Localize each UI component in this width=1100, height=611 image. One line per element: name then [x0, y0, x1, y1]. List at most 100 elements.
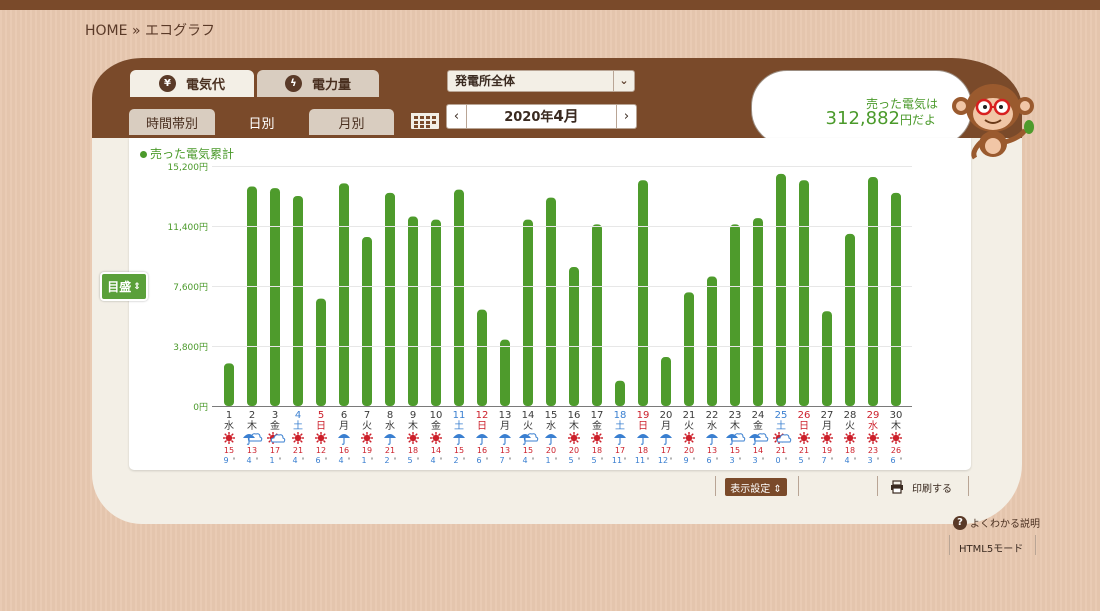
day-label: 25	[775, 410, 788, 421]
temp-high: 13	[247, 446, 257, 455]
temp-high: 15	[523, 446, 533, 455]
bar	[592, 224, 602, 406]
day-label: 1	[226, 410, 232, 421]
temp-low: 4	[844, 456, 849, 465]
umbrella-icon	[637, 434, 649, 445]
weekday-label: 月	[661, 420, 671, 432]
scale-button[interactable]: 目盛 ⇕	[100, 272, 148, 301]
day-label: 20	[660, 410, 673, 421]
footer-separator	[798, 476, 799, 496]
umbrella-icon	[384, 434, 396, 445]
footer-separator	[968, 476, 969, 496]
bar	[684, 292, 694, 406]
temp-high: 20	[684, 446, 694, 455]
degree-symbol: °	[394, 457, 397, 464]
temp-low: 4	[292, 456, 297, 465]
degree-symbol: °	[670, 457, 673, 464]
temp-low: 11	[635, 456, 645, 465]
help-link[interactable]: ? よくわかる説明	[953, 515, 1040, 530]
sun-icon	[568, 432, 580, 444]
temp-low: 1	[269, 456, 274, 465]
gridline	[212, 226, 912, 227]
day-label: 24	[752, 410, 765, 421]
temp-high: 12	[316, 446, 326, 455]
temp-low: 4	[522, 456, 527, 465]
umbrella-icon	[499, 434, 511, 445]
degree-symbol: °	[463, 457, 466, 464]
temp-high: 15	[224, 446, 234, 455]
display-settings-button[interactable]: 表示設定 ⇕	[725, 478, 787, 496]
scale-arrows-icon: ⇕	[133, 281, 141, 292]
degree-symbol: °	[808, 457, 811, 464]
weekday-label: 木	[891, 420, 901, 432]
sun-icon	[844, 432, 856, 444]
temp-low: 4	[430, 456, 435, 465]
degree-symbol: °	[877, 457, 880, 464]
day-label: 23	[729, 410, 742, 421]
temp-low: 1	[545, 456, 550, 465]
day-label: 30	[890, 410, 903, 421]
bar	[431, 219, 441, 406]
sun-icon	[430, 432, 442, 444]
weekday-label: 火	[523, 420, 533, 432]
weekday-label: 水	[385, 420, 395, 432]
temp-high: 20	[546, 446, 556, 455]
weekday-label: 日	[638, 421, 648, 432]
sun-icon	[867, 432, 879, 444]
footer-separator	[1035, 535, 1036, 555]
bar	[753, 218, 763, 406]
temp-high: 18	[592, 446, 602, 455]
degree-symbol: °	[532, 457, 535, 464]
day-label: 17	[591, 410, 604, 421]
weekday-label: 木	[408, 420, 418, 432]
bar	[293, 196, 303, 406]
day-label: 3	[272, 410, 278, 421]
temp-low: 7	[821, 456, 826, 465]
temp-high: 18	[408, 446, 418, 455]
weekday-label: 水	[546, 420, 556, 432]
footer-separator	[877, 476, 878, 496]
print-button[interactable]: 印刷する	[890, 476, 960, 498]
bar	[477, 309, 487, 406]
weekday-label: 水	[707, 420, 717, 432]
umbrella-icon	[614, 434, 626, 445]
degree-symbol: °	[716, 457, 719, 464]
weekday-label: 土	[293, 419, 303, 432]
bar-chart: 1水159 °2木134 °3金171 °4土214 °5日126 °6月164 °7火19…	[223, 173, 903, 465]
day-label: 22	[706, 410, 719, 421]
day-label: 9	[410, 410, 416, 421]
bar	[339, 183, 349, 406]
temp-high: 17	[615, 446, 625, 455]
temp-low: 5	[591, 456, 596, 465]
degree-symbol: °	[739, 457, 742, 464]
day-label: 16	[568, 410, 581, 421]
sun-icon	[407, 432, 419, 444]
bar	[868, 177, 878, 406]
degree-symbol: °	[348, 457, 351, 464]
html5-mode-link[interactable]: HTML5モード	[959, 540, 1023, 555]
degree-symbol: °	[624, 457, 627, 464]
day-label: 18	[614, 410, 627, 421]
degree-symbol: °	[601, 457, 604, 464]
degree-symbol: °	[785, 457, 788, 464]
day-label: 2	[249, 410, 255, 421]
temp-low: 5	[407, 456, 412, 465]
temp-low: 2	[384, 456, 389, 465]
temp-high: 21	[776, 446, 786, 455]
weekday-label: 日	[799, 421, 809, 432]
weekday-label: 金	[431, 419, 441, 432]
weekday-label: 火	[845, 420, 855, 432]
temp-low: 12	[658, 456, 668, 465]
day-label: 6	[341, 410, 347, 421]
degree-symbol: °	[256, 457, 259, 464]
sun-icon	[591, 432, 603, 444]
day-label: 8	[387, 410, 393, 421]
temp-low: 5	[798, 456, 803, 465]
bar	[224, 363, 234, 406]
weekday-label: 火	[362, 420, 372, 432]
sun-icon	[821, 432, 833, 444]
printer-icon	[891, 480, 903, 494]
temp-low: 3	[729, 456, 734, 465]
temp-high: 23	[868, 446, 878, 455]
weekday-label: 土	[615, 419, 625, 432]
